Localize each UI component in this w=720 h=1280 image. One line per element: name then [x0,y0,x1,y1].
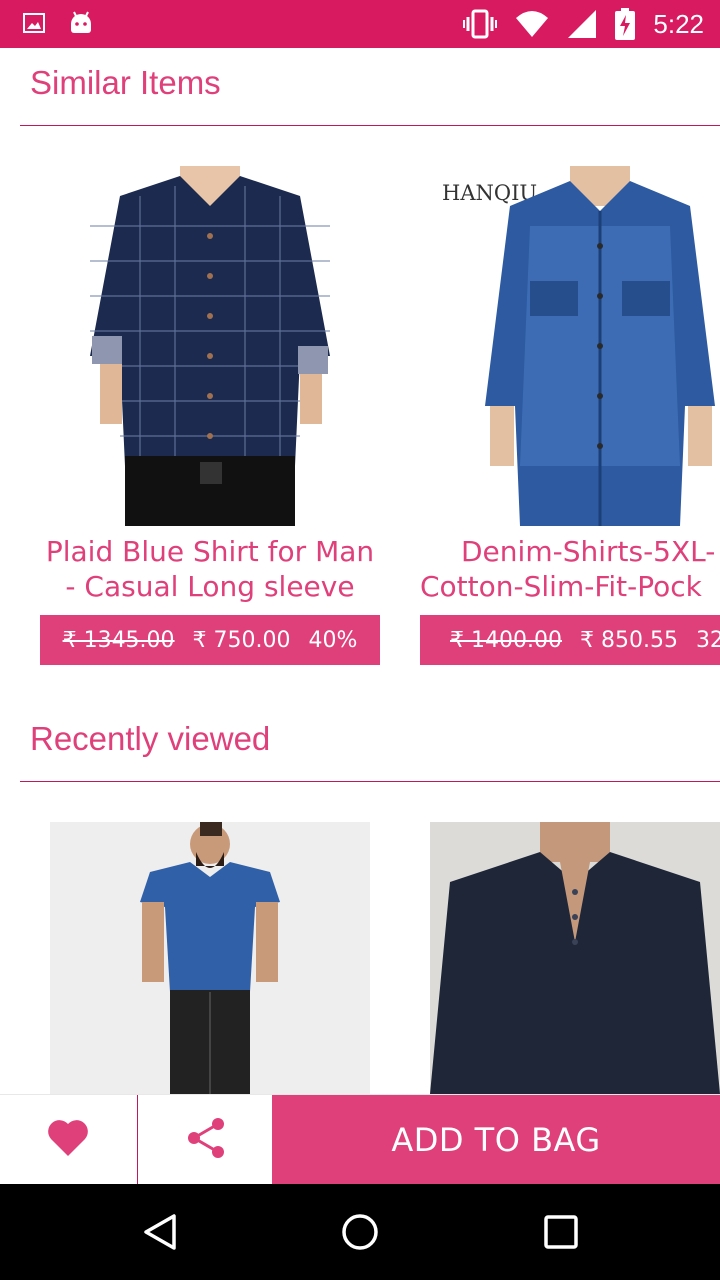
current-price: ₹ 850.55 [579,627,678,653]
wifi-icon [515,10,549,38]
share-icon [185,1116,227,1164]
vibrate-icon [463,9,498,39]
recently-viewed-title: Recently viewed [30,720,271,757]
share-button[interactable] [137,1095,273,1185]
recents-icon[interactable] [541,1212,581,1252]
battery-charging-icon [615,8,636,40]
product-name[interactable]: Plaid Blue Shirt for Man - Casual Long s… [40,534,380,604]
status-bar: 5:22 [0,0,720,48]
product-image-denim-shirt[interactable]: HANQIU [430,166,720,526]
product-image-plaid-shirt[interactable] [50,166,370,526]
recent-product-image[interactable] [50,822,370,1094]
recently-viewed-divider [20,781,720,782]
image-icon [22,11,46,35]
signal-icon [567,9,597,39]
product-name[interactable]: Denim-Shirts-5XL- Cotton-Slim-Fit-Pock [420,534,720,604]
back-icon[interactable] [140,1212,180,1252]
product-name-line1: Plaid Blue Shirt for Man [45,535,375,568]
home-icon[interactable] [340,1212,380,1252]
android-icon [68,10,94,36]
product-card[interactable]: HANQIU Denim-Shirts-5XL- Cotton-Slim-Fit… [420,166,720,666]
discount-percent: 32% [695,627,720,653]
old-price: ₹ 1400.00 [450,627,562,653]
product-name-line1: Denim-Shirts-5XL- [461,535,716,568]
old-price: ₹ 1345.00 [62,627,175,653]
favorite-button[interactable] [0,1095,136,1185]
price-bar: ₹ 1345.00 ₹ 750.00 40% [40,615,380,665]
navigation-bar [0,1184,720,1280]
status-time: 5:22 [653,8,704,39]
product-name-line2: Cotton-Slim-Fit-Pock [420,570,702,603]
product-name-line2: - Casual Long sleeve [65,570,355,603]
similar-items-divider [20,125,720,126]
add-to-bag-button[interactable]: ADD TO BAG [272,1095,720,1185]
recent-product-image[interactable] [430,822,720,1094]
action-bar: ADD TO BAG [0,1094,720,1185]
similar-items-title: Similar Items [30,64,221,101]
current-price: ₹ 750.00 [192,627,291,653]
price-bar: ₹ 1400.00 ₹ 850.55 32% [420,615,720,665]
discount-percent: 40% [308,627,358,653]
heart-icon [46,1118,90,1162]
